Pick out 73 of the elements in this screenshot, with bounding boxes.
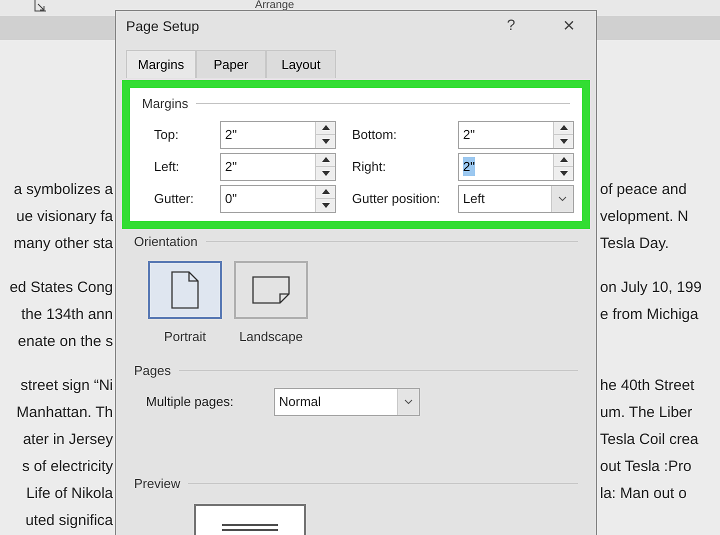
orientation-button[interactable] [148, 261, 222, 319]
document-text-line: he 40th Street [600, 376, 694, 396]
document-text-line: a symbolizes a [14, 180, 113, 200]
document-text-line: enate on the s [18, 332, 113, 352]
tab[interactable]: Paper [196, 50, 266, 78]
ribbon-group-label: Arrange [255, 0, 294, 10]
document-text-line: uted significa [25, 511, 113, 532]
document-text-line: of peace and [600, 180, 687, 200]
document-text-line: e from Michiga [600, 305, 698, 326]
document-text-line: um. The Liber [600, 403, 692, 424]
landscape-page-icon [252, 276, 290, 304]
chevron-down-icon [404, 399, 413, 405]
field-label: Right: [352, 158, 387, 176]
spin-up-icon[interactable] [316, 154, 335, 166]
tab[interactable]: Layout [266, 50, 336, 78]
spin-down-icon[interactable] [316, 198, 335, 212]
document-text-line: s of electricity [22, 457, 113, 478]
group-label: Pages [134, 362, 171, 380]
spin-field[interactable]: 0" [220, 184, 336, 212]
document-text-line: ed States Cong [10, 278, 113, 298]
field-label: Top: [154, 126, 180, 144]
document-text-line: la: Man out o [600, 484, 687, 504]
document-text-line: ue visionary fa [16, 207, 113, 228]
field-label: Gutter: [154, 190, 195, 208]
select-field[interactable]: Normal [274, 388, 420, 416]
orientation-label: Landscape [239, 328, 303, 346]
field-value: 2" [463, 156, 475, 176]
document-text-line: many other sta [14, 234, 113, 254]
tab[interactable]: Margins [126, 50, 196, 78]
document-text-line: Tesla Day. [600, 234, 669, 254]
close-button[interactable]: × [554, 11, 584, 41]
orientation-label: Portrait [164, 328, 206, 346]
group-label: Orientation [134, 232, 198, 250]
group-label: Preview [134, 475, 180, 493]
spin-down-icon[interactable] [554, 166, 573, 180]
field-label: Bottom: [352, 126, 398, 144]
document-text-line: out Tesla :Pro [600, 457, 692, 478]
document-text-line: ater in Jersey [22, 430, 113, 450]
spin-field[interactable]: 2" [220, 152, 336, 180]
field-value: 2" [225, 126, 237, 144]
spin-down-icon[interactable] [316, 134, 335, 148]
document-text-line: Life of Nikola [26, 484, 113, 504]
document-text-line: velopment. N [600, 207, 688, 228]
field-value: 2" [225, 158, 237, 176]
document-text-line: the 134th ann [21, 305, 113, 326]
portrait-page-icon [171, 271, 199, 309]
spin-up-icon[interactable] [554, 154, 573, 166]
field-value: 0" [225, 190, 237, 208]
document-text-line: Tesla Coil crea [600, 430, 698, 450]
chevron-down-icon [558, 196, 567, 202]
document-text-line: on July 10, 199 [600, 278, 702, 298]
field-label: Gutter position: [352, 190, 442, 208]
field-value: 2" [463, 126, 475, 144]
spin-field[interactable]: 2" [220, 120, 336, 148]
spin-up-icon[interactable] [316, 122, 335, 134]
spin-up-icon[interactable] [554, 122, 573, 134]
dialog-title: Page Setup [126, 16, 200, 36]
field-label: Multiple pages: [146, 393, 234, 412]
help-button[interactable]: ? [496, 14, 526, 38]
spin-field[interactable]: 2" [458, 120, 574, 148]
dialog-launcher-icon[interactable] [34, 0, 46, 12]
spin-up-icon[interactable] [316, 186, 335, 198]
field-value: Left [463, 190, 485, 208]
spin-down-icon[interactable] [316, 166, 335, 180]
document-text-line: Manhattan. Th [16, 403, 113, 424]
document-text-line: street sign “Ni [20, 376, 113, 396]
group-label: Margins [142, 95, 188, 113]
spin-field[interactable]: 2" [458, 152, 574, 180]
orientation-button[interactable] [234, 261, 308, 319]
spin-down-icon[interactable] [554, 134, 573, 148]
field-value: Normal [279, 393, 321, 412]
field-label: Left: [154, 158, 180, 176]
select-field[interactable]: Left [458, 184, 574, 212]
